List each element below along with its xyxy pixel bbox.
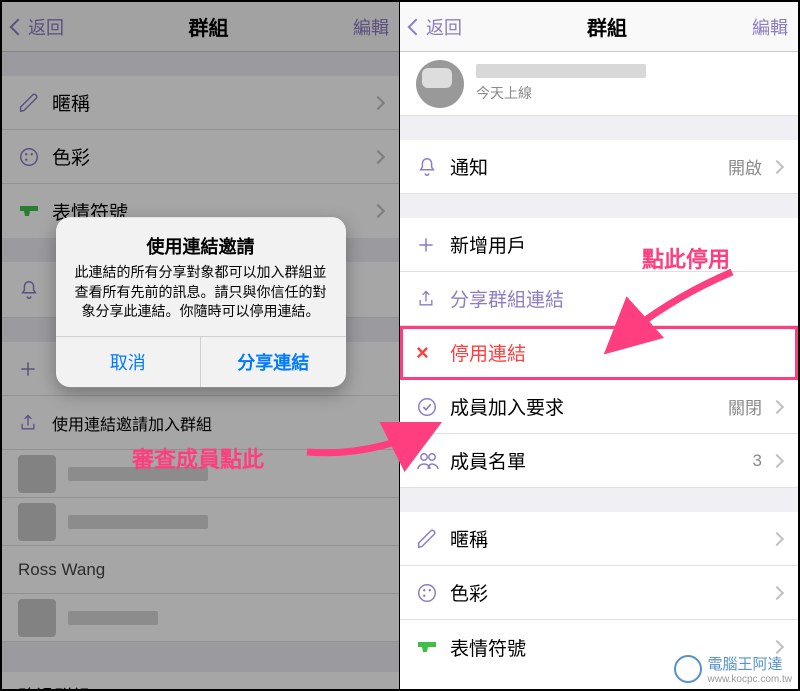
row-disable-link[interactable]: × 停用連結	[400, 326, 798, 380]
row-member-list[interactable]: 成員名單 3	[400, 434, 798, 488]
people-icon	[416, 451, 450, 471]
modal-buttons: 取消 分享連結	[56, 336, 346, 387]
check-circle-icon	[416, 396, 450, 418]
page-title: 群組	[587, 12, 627, 41]
chevron-right-icon	[770, 159, 784, 173]
invite-link-modal: 使用連結邀請 此連結的所有分享對象都可以加入群組並查看所有先前的訊息。請只與你信…	[56, 217, 346, 387]
join-request-label: 成員加入要求	[450, 393, 728, 420]
back-button[interactable]: 返回	[410, 14, 462, 40]
member-list-label: 成員名單	[450, 447, 753, 474]
member-count: 3	[753, 451, 762, 471]
chevron-right-icon	[770, 453, 784, 467]
modal-body: 此連結的所有分享對象都可以加入群組並查看所有先前的訊息。請只與你信任的對象分享此…	[56, 263, 346, 336]
notifications-value: 開啟	[728, 154, 762, 179]
chevron-right-icon	[770, 585, 784, 599]
watermark-url: www.kocpc.com.tw	[708, 674, 792, 685]
row-share-group-link[interactable]: 分享群組連結	[400, 272, 798, 326]
row-nickname[interactable]: 暱稱	[400, 512, 798, 566]
row-notifications[interactable]: 通知 開啟	[400, 140, 798, 194]
section-separator	[400, 488, 798, 512]
pencil-icon	[416, 528, 450, 550]
section-separator	[400, 194, 798, 218]
share-icon	[416, 288, 450, 310]
watermark-face-icon	[674, 655, 702, 683]
bell-icon	[416, 156, 450, 178]
disable-link-label: 停用連結	[450, 339, 782, 366]
edit-button[interactable]: 編輯	[752, 14, 788, 40]
row-join-request[interactable]: 成員加入要求 關閉	[400, 380, 798, 434]
share-group-link-label: 分享群組連結	[450, 285, 782, 312]
notifications-label: 通知	[450, 153, 728, 180]
profile-name-blurred	[476, 64, 646, 78]
palette-icon	[416, 582, 450, 604]
add-user-label: 新增用戶	[450, 231, 782, 258]
right-screen: 返回 群組 編輯 今天上線 通知 開啟 新增用戶	[400, 2, 798, 689]
chevron-left-icon	[408, 18, 425, 35]
chevron-right-icon	[770, 531, 784, 545]
cancel-button[interactable]: 取消	[56, 337, 202, 387]
nickname-label: 暱稱	[450, 525, 766, 552]
color-label: 色彩	[450, 579, 766, 606]
avatar	[416, 60, 464, 108]
chevron-right-icon	[770, 640, 784, 654]
row-color[interactable]: 色彩	[400, 566, 798, 620]
chevron-right-icon	[770, 399, 784, 413]
back-label: 返回	[426, 14, 462, 40]
profile-row[interactable]: 今天上線	[400, 52, 798, 116]
watermark: 電腦王阿達 www.kocpc.com.tw	[674, 653, 792, 685]
join-request-value: 關閉	[728, 394, 762, 419]
modal-title: 使用連結邀請	[56, 217, 346, 263]
row-add-user[interactable]: 新增用戶	[400, 218, 798, 272]
share-link-button[interactable]: 分享連結	[201, 337, 346, 387]
profile-status: 今天上線	[476, 83, 646, 103]
navbar-right: 返回 群組 編輯	[400, 2, 798, 52]
section-separator	[400, 116, 798, 140]
gun-icon	[416, 638, 450, 656]
close-icon: ×	[416, 340, 450, 366]
plus-icon	[416, 235, 450, 255]
left-screen: 返回 群組 編輯 暱稱 色彩	[2, 2, 400, 689]
watermark-brand: 電腦王阿達	[708, 656, 783, 673]
